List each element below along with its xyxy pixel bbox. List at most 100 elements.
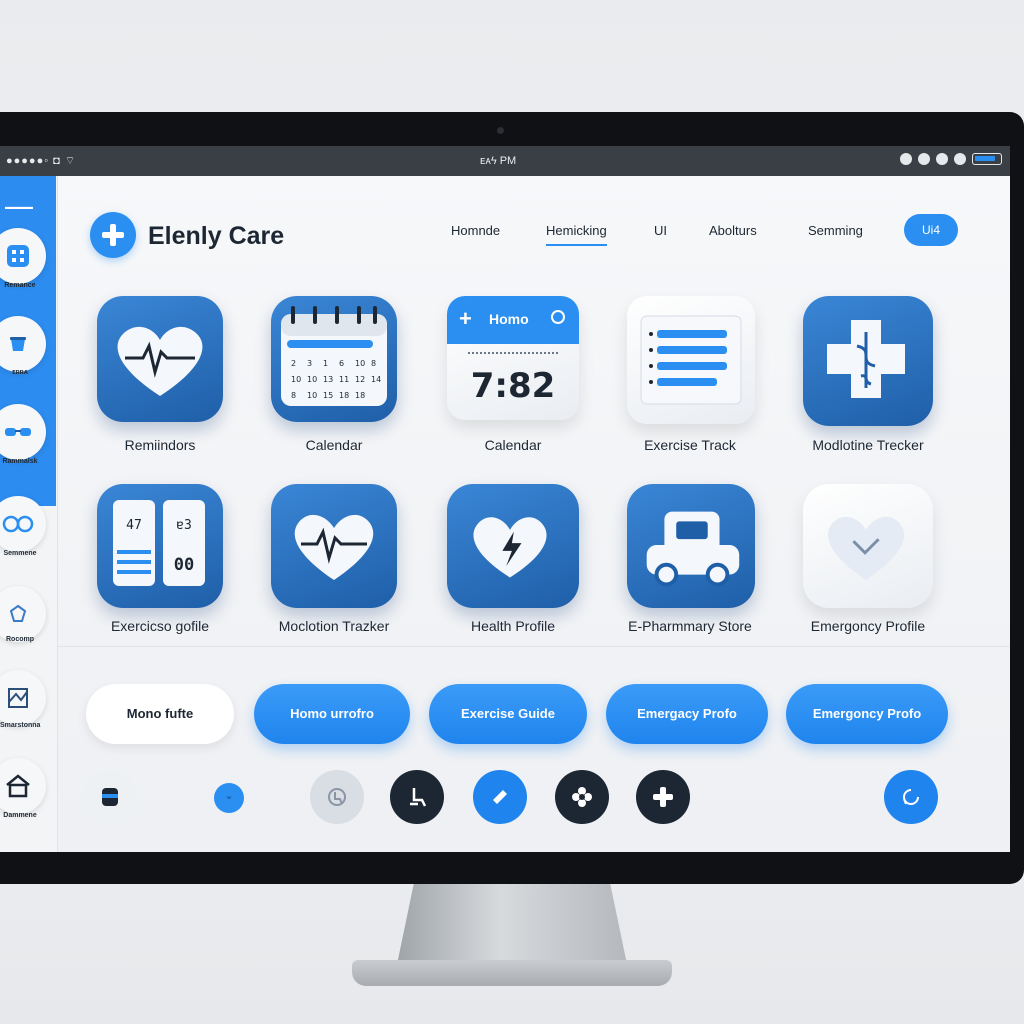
accessibility-icon[interactable] — [310, 770, 364, 824]
plus-icon[interactable] — [636, 770, 690, 824]
counter-right-top-value: ɐ3 — [176, 518, 192, 533]
svg-text:10: 10 — [355, 359, 365, 368]
app-title: Elenly Care — [148, 222, 285, 250]
sidebar: ▬▬▬▬ Remance ᴇʀʀᴀ Rammalsk Semmene Rocom… — [0, 176, 58, 852]
vehicle-icon — [646, 511, 740, 587]
tile-label: Moclotion Trazker — [278, 618, 390, 634]
sidebar-header-label: ▬▬▬▬ — [5, 204, 33, 211]
divider — [58, 646, 1010, 647]
svg-text:3: 3 — [307, 359, 312, 368]
tile-medication-tracker-2[interactable] — [271, 484, 397, 608]
tray-icon[interactable] — [936, 153, 948, 165]
app-logo-icon[interactable] — [90, 212, 136, 258]
checklist-icon — [640, 315, 742, 405]
tile-exercise-track[interactable] — [627, 296, 755, 424]
tile-exercise-profile[interactable]: 47 ɐ3 00 — [97, 484, 223, 608]
cup-icon — [10, 337, 26, 351]
badge-icon[interactable] — [83, 770, 137, 824]
tray-icon[interactable] — [900, 153, 912, 165]
status-indicators: ●●●●●◦ ◘ ⌔ — [6, 155, 77, 167]
monitor-stand-base — [352, 960, 672, 986]
sidebar-item-label: Smarstonna — [0, 722, 41, 729]
emergacy-profo-button[interactable]: Emergacy Profo — [606, 684, 768, 744]
dot-icon[interactable] — [214, 783, 244, 813]
glasses-icon — [5, 428, 31, 436]
tile-clock-widget[interactable]: + Homo 7:82 — [447, 296, 579, 420]
nav-item-semming[interactable]: Semming — [808, 223, 863, 238]
sidebar-item-dammene[interactable] — [0, 758, 46, 814]
battery-icon — [972, 153, 1002, 165]
flower-icon[interactable] — [555, 770, 609, 824]
megaphone-icon[interactable] — [473, 770, 527, 824]
grid-icon — [7, 245, 29, 267]
exercise-guide-button[interactable]: Exercise Guide — [429, 684, 587, 744]
tray-icon[interactable] — [918, 153, 930, 165]
sidebar-item-label: Semmene — [3, 550, 37, 557]
tile-calendar[interactable]: 2 3 1 6 10 8 10 10 13 11 12 14 8 10 15 18 18 — [271, 296, 397, 422]
tile-reminders[interactable] — [97, 296, 223, 422]
tile-label: Calendar — [305, 437, 363, 453]
svg-text:10: 10 — [291, 375, 301, 384]
rings-icon — [2, 515, 34, 533]
mono-fufte-button[interactable]: Mono fufte — [86, 684, 234, 744]
heart-pulse-icon — [294, 514, 374, 580]
tile-label: Exercicso gofile — [110, 618, 210, 634]
tile-label: Health Profile — [470, 618, 556, 634]
nav-item-ui[interactable]: UI — [654, 223, 667, 238]
svg-text:15: 15 — [323, 391, 333, 400]
widget-title: Homo — [489, 311, 529, 327]
tray-icon[interactable] — [954, 153, 966, 165]
sidebar-item-label: Dammene — [3, 812, 37, 819]
home-icon — [6, 774, 30, 798]
sidebar-item-smarstonna[interactable] — [0, 670, 46, 726]
heart-bolt-icon — [473, 517, 547, 578]
map-icon — [8, 688, 28, 708]
tile-label: Calendar — [484, 437, 542, 453]
medical-cross-icon — [827, 320, 905, 398]
counter-card-left: 47 — [113, 500, 155, 586]
svg-text:8: 8 — [291, 391, 296, 400]
counter-left-value: 47 — [126, 518, 142, 533]
tile-label: Exercise Track — [644, 437, 736, 453]
heart-check-icon — [827, 516, 905, 580]
svg-text:18: 18 — [339, 391, 349, 400]
webcam — [497, 127, 504, 134]
svg-text:13: 13 — [323, 375, 333, 384]
wheelchair-icon[interactable] — [390, 770, 444, 824]
svg-text:6: 6 — [339, 359, 344, 368]
tile-pharmacy-store[interactable] — [627, 484, 755, 608]
counter-card-right: ɐ3 00 — [163, 500, 205, 586]
sidebar-item-label: Remance — [4, 282, 36, 289]
screen: ●●●●●◦ ◘ ⌔ ᴇᴀϟ PM ▬▬▬▬ Remance ᴇʀʀᴀ Ramm… — [0, 146, 1010, 852]
emergoncy-profo-button[interactable]: Emergoncy Profo — [786, 684, 948, 744]
nav-item-hemicking[interactable]: Hemicking — [546, 223, 607, 246]
add-icon[interactable]: + — [459, 308, 472, 330]
tile-medication-tracker[interactable] — [803, 296, 933, 426]
home-urrofro-button[interactable]: Homo urrofro — [254, 684, 410, 744]
status-time: ᴇᴀϟ PM — [480, 155, 517, 167]
calendar-icon: 2 3 1 6 10 8 10 10 13 11 12 14 8 10 15 18 18 — [281, 306, 387, 406]
search-icon[interactable] — [551, 310, 565, 324]
nav-action-button[interactable]: Ui4 — [904, 214, 958, 246]
status-tray — [900, 153, 1002, 165]
svg-text:10: 10 — [307, 375, 317, 384]
shield-icon — [9, 604, 27, 622]
sidebar-item-label: Rocomp — [6, 636, 34, 643]
sidebar-item-rocomp[interactable] — [0, 586, 46, 642]
svg-text:14: 14 — [371, 375, 381, 384]
tile-label: Remiindors — [124, 437, 196, 453]
refresh-icon[interactable] — [884, 770, 938, 824]
nav-item-abolturs[interactable]: Abolturs — [709, 223, 757, 238]
svg-text:10: 10 — [307, 391, 317, 400]
svg-text:2: 2 — [291, 359, 296, 368]
tile-health-profile[interactable] — [447, 484, 579, 608]
status-bar: ●●●●●◦ ◘ ⌔ ᴇᴀϟ PM — [0, 146, 1010, 176]
svg-text:11: 11 — [339, 375, 349, 384]
svg-text:1: 1 — [323, 359, 328, 368]
svg-text:18: 18 — [355, 391, 365, 400]
nav-item-homnde[interactable]: Homnde — [451, 223, 500, 238]
svg-text:12: 12 — [355, 375, 365, 384]
tile-emergency-profile[interactable] — [803, 484, 933, 608]
tile-label: Emergoncy Profile — [810, 618, 926, 634]
widget-time: 7:82 — [470, 366, 556, 406]
